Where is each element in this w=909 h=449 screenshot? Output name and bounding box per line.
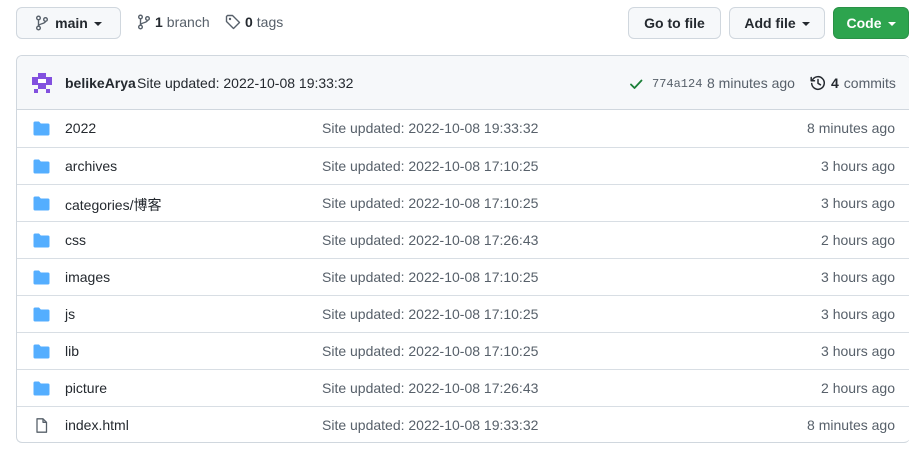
avatar[interactable]	[31, 72, 53, 94]
file-icon	[33, 418, 50, 433]
file-commit-age: 3 hours ago	[821, 195, 895, 211]
folder-icon	[33, 121, 50, 136]
branch-name: main	[55, 15, 88, 31]
file-commit-age: 8 minutes ago	[807, 120, 895, 136]
file-name-link[interactable]: js	[65, 306, 75, 322]
file-commit-message-link[interactable]: Site updated: 2022-10-08 17:10:25	[322, 158, 538, 174]
file-row[interactable]: picture Site updated: 2022-10-08 17:26:43…	[17, 369, 909, 406]
tag-count: 0	[245, 14, 253, 30]
tag-label: tags	[256, 14, 284, 30]
folder-icon	[33, 196, 50, 211]
chevron-down-icon	[887, 22, 896, 26]
file-row[interactable]: js Site updated: 2022-10-08 17:10:25 3 hou…	[17, 295, 909, 332]
file-commit-age: 2 hours ago	[821, 232, 895, 248]
commit-count: 4	[831, 75, 839, 91]
go-to-file-button[interactable]: Go to file	[628, 7, 721, 39]
file-name-link[interactable]: lib	[65, 343, 79, 359]
file-name-link[interactable]: archives	[65, 158, 117, 174]
file-row[interactable]: lib Site updated: 2022-10-08 17:10:25 3 ho…	[17, 332, 909, 369]
go-to-file-label: Go to file	[644, 15, 705, 31]
tag-icon	[225, 14, 241, 30]
folder-icon	[33, 159, 50, 174]
file-commit-message-link[interactable]: Site updated: 2022-10-08 19:33:32	[322, 120, 538, 136]
file-name-link[interactable]: 2022	[65, 120, 96, 136]
branches-link[interactable]: 1 branch	[137, 14, 210, 30]
commits-history-link[interactable]: 4 commits	[810, 75, 896, 91]
file-row[interactable]: archives Site updated: 2022-10-08 17:10:2…	[17, 147, 909, 184]
file-commit-message-link[interactable]: Site updated: 2022-10-08 17:26:43	[322, 232, 538, 248]
file-commit-message-link[interactable]: Site updated: 2022-10-08 17:10:25	[322, 269, 538, 285]
latest-commit-bar: belikeArya Site updated: 2022-10-08 19:3…	[17, 56, 909, 110]
file-row[interactable]: categories/博客 Site updated: 2022-10-08 17…	[17, 184, 909, 221]
repo-toolbar: main 1 branch 0 tags Go to file Add file…	[0, 0, 909, 46]
file-commit-message-link[interactable]: Site updated: 2022-10-08 17:10:25	[322, 343, 538, 359]
file-commit-message-link[interactable]: Site updated: 2022-10-08 17:26:43	[322, 380, 538, 396]
folder-icon	[33, 307, 50, 322]
file-name-link[interactable]: picture	[65, 380, 107, 396]
file-commit-age: 3 hours ago	[821, 158, 895, 174]
file-commit-age: 8 minutes ago	[807, 417, 895, 433]
file-row[interactable]: css Site updated: 2022-10-08 17:26:43 2 ho…	[17, 221, 909, 258]
file-row[interactable]: 2022 Site updated: 2022-10-08 19:33:32 8 m…	[17, 110, 909, 147]
file-browser: belikeArya Site updated: 2022-10-08 19:3…	[16, 55, 909, 443]
folder-icon	[33, 344, 50, 359]
code-button[interactable]: Code	[833, 7, 909, 39]
file-name-link[interactable]: categories/博客	[65, 195, 161, 215]
file-row[interactable]: images Site updated: 2022-10-08 17:10:25 3…	[17, 258, 909, 295]
file-commit-age: 2 hours ago	[821, 380, 895, 396]
commit-age: 8 minutes ago	[707, 75, 795, 91]
check-icon	[630, 79, 643, 89]
git-branch-icon	[138, 14, 150, 30]
file-list: 2022 Site updated: 2022-10-08 19:33:32 8 m…	[17, 110, 909, 442]
file-commit-message-link[interactable]: Site updated: 2022-10-08 17:10:25	[322, 306, 538, 322]
file-name-link[interactable]: index.html	[65, 417, 129, 433]
folder-icon	[33, 381, 50, 396]
tags-link[interactable]: 0 tags	[225, 14, 283, 30]
history-icon	[810, 76, 825, 91]
file-row[interactable]: index.html Site updated: 2022-10-08 19:33…	[17, 406, 909, 442]
commit-sha[interactable]: 774a124	[652, 77, 702, 91]
add-file-button[interactable]: Add file	[729, 7, 825, 39]
file-commit-message-link[interactable]: Site updated: 2022-10-08 19:33:32	[322, 417, 538, 433]
file-name-link[interactable]: images	[65, 269, 110, 285]
code-label: Code	[846, 15, 882, 31]
folder-icon	[33, 270, 50, 285]
folder-icon	[33, 233, 50, 248]
git-branch-icon	[36, 15, 49, 31]
file-name-link[interactable]: css	[65, 232, 86, 248]
file-commit-message-link[interactable]: Site updated: 2022-10-08 17:10:25	[322, 195, 538, 211]
commit-label: commits	[843, 75, 896, 91]
branch-label: branch	[166, 14, 210, 30]
file-commit-age: 3 hours ago	[821, 343, 895, 359]
chevron-down-icon	[801, 22, 810, 26]
add-file-label: Add file	[744, 15, 796, 31]
branch-count: 1	[155, 14, 163, 30]
commit-message[interactable]: Site updated: 2022-10-08 19:33:32	[137, 75, 353, 91]
file-commit-age: 3 hours ago	[821, 306, 895, 322]
file-commit-age: 3 hours ago	[821, 269, 895, 285]
branch-select-button[interactable]: main	[16, 7, 121, 39]
chevron-down-icon	[93, 22, 102, 26]
commit-author[interactable]: belikeArya	[65, 75, 136, 91]
